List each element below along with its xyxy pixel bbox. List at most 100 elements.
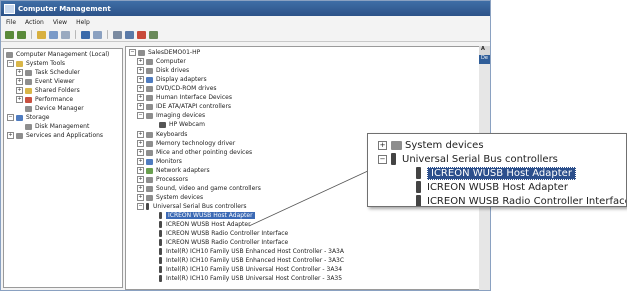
category-label: Universal Serial Bus controllers — [153, 203, 247, 210]
zoom-row-usb-controllers: − Universal Serial Bus controllers — [378, 152, 558, 166]
category-label: Disk drives — [156, 67, 190, 74]
usb-device-item[interactable]: Intel(R) ICH10 Family USB Universal Host… — [159, 274, 342, 283]
device-category[interactable]: + Human Interface Devices — [137, 93, 232, 102]
update-driver-icon[interactable] — [125, 30, 134, 39]
actions-header: A — [479, 46, 490, 55]
usb-device-item[interactable]: ICREON WUSB Host Adapter — [159, 211, 255, 220]
tree-item-storage[interactable]: − Storage — [7, 113, 49, 122]
expand-icon[interactable]: + — [16, 96, 23, 103]
menu-view[interactable]: View — [53, 19, 67, 26]
performance-icon — [25, 96, 32, 103]
expand-icon[interactable]: + — [16, 69, 23, 76]
device-label: ICREON WUSB Host Adapter — [166, 221, 251, 228]
category-label: Human Interface Devices — [156, 94, 232, 101]
device-category[interactable]: + Mice and other pointing devices — [137, 148, 252, 157]
show-hide-tree-icon[interactable] — [49, 30, 58, 39]
expand-icon[interactable]: + — [137, 194, 144, 201]
expand-icon[interactable]: + — [137, 76, 144, 83]
device-category[interactable]: + Processors — [137, 175, 188, 184]
device-category[interactable]: + Keyboards — [137, 130, 187, 139]
scan-hardware-icon[interactable] — [113, 30, 122, 39]
usb-device-item[interactable]: Intel(R) ICH10 Family USB Enhanced Host … — [159, 247, 344, 256]
device-category[interactable]: − Imaging devices — [137, 111, 205, 120]
tree-item-device-manager[interactable]: Device Manager — [25, 104, 84, 113]
back-icon[interactable] — [5, 30, 14, 39]
imaging-device-icon — [146, 112, 153, 119]
usb-device-item[interactable]: ICREON WUSB Radio Controller Interface — [159, 238, 288, 247]
expand-icon[interactable]: + — [16, 78, 23, 85]
device-category[interactable]: + IDE ATA/ATAPI controllers — [137, 102, 231, 111]
collapse-icon[interactable]: − — [7, 114, 14, 121]
expand-icon[interactable]: + — [7, 132, 14, 139]
device-category[interactable]: + Computer — [137, 57, 186, 66]
expand-icon[interactable]: + — [16, 87, 23, 94]
expand-icon[interactable]: + — [137, 158, 144, 165]
toolbar-separator — [107, 30, 108, 39]
usb-device-item[interactable]: Intel(R) ICH10 Family USB Enhanced Host … — [159, 256, 344, 265]
expand-icon[interactable]: + — [137, 58, 144, 65]
enable-device-icon[interactable] — [149, 30, 158, 39]
processor-icon — [146, 176, 153, 183]
device-category[interactable]: + Memory technology driver — [137, 139, 235, 148]
collapse-icon[interactable]: − — [7, 60, 14, 67]
device-category[interactable]: + Network adapters — [137, 166, 210, 175]
expand-icon[interactable]: + — [137, 140, 144, 147]
menu-file[interactable]: File — [6, 19, 16, 26]
usb-device-item[interactable]: Intel(R) ICH10 Family USB Universal Host… — [159, 265, 342, 274]
device-category[interactable]: + Display adapters — [137, 75, 207, 84]
keyboard-icon — [146, 131, 153, 138]
tree-item-services-applications[interactable]: + Services and Applications — [7, 131, 103, 140]
zoom-label: Universal Serial Bus controllers — [402, 153, 558, 165]
category-label: System devices — [156, 194, 204, 201]
tree-item-performance[interactable]: + Performance — [16, 95, 73, 104]
collapse-icon[interactable]: − — [129, 49, 136, 56]
memory-icon — [146, 140, 153, 147]
usb-device-item[interactable]: ICREON WUSB Radio Controller Interface — [159, 229, 288, 238]
tree-item-task-scheduler[interactable]: + Task Scheduler — [16, 68, 80, 77]
expand-icon[interactable]: + — [137, 149, 144, 156]
expand-icon[interactable]: + — [137, 131, 144, 138]
device-category[interactable]: + System devices — [137, 193, 203, 202]
actions-selected-item[interactable]: De — [479, 55, 490, 64]
tree-label: System Tools — [26, 60, 66, 67]
device-root[interactable]: − SalesDEMO01-HP — [129, 48, 200, 57]
uninstall-icon[interactable] — [137, 30, 146, 39]
forward-icon[interactable] — [17, 30, 26, 39]
tree-item-event-viewer[interactable]: + Event Viewer — [16, 77, 75, 86]
view-icon[interactable] — [93, 30, 102, 39]
up-folder-icon[interactable] — [37, 30, 46, 39]
tree-label: Services and Applications — [26, 132, 104, 139]
expand-icon[interactable]: + — [137, 67, 144, 74]
expand-icon[interactable]: + — [137, 176, 144, 183]
device-label: ICREON WUSB Radio Controller Interface — [166, 239, 289, 246]
expand-icon[interactable]: + — [137, 94, 144, 101]
expand-icon[interactable]: + — [137, 85, 144, 92]
usb-icon — [416, 167, 421, 179]
device-category[interactable]: + DVD/CD-ROM drives — [137, 84, 217, 93]
tree-item-disk-management[interactable]: Disk Management — [25, 122, 89, 131]
device-category[interactable]: + Disk drives — [137, 66, 189, 75]
usb-device-item[interactable]: ICREON WUSB Host Adapter — [159, 220, 251, 229]
tree-item-system-tools[interactable]: − System Tools — [7, 59, 65, 68]
expand-icon[interactable]: + — [137, 185, 144, 192]
tree-label: Storage — [26, 114, 50, 121]
clock-icon — [25, 69, 32, 76]
properties-icon[interactable] — [61, 30, 70, 39]
category-label: DVD/CD-ROM drives — [156, 85, 217, 92]
expand-icon[interactable]: + — [137, 103, 144, 110]
collapse-icon[interactable]: − — [137, 112, 144, 119]
tree-item-shared-folders[interactable]: + Shared Folders — [16, 86, 80, 95]
category-label: Memory technology driver — [156, 140, 236, 147]
device-category[interactable]: + Monitors — [137, 157, 182, 166]
device-item[interactable]: HP Webcam — [159, 120, 205, 129]
expand-icon[interactable]: + — [137, 167, 144, 174]
usb-icon — [159, 257, 162, 264]
device-category[interactable]: + Sound, video and game controllers — [137, 184, 261, 193]
help-icon[interactable] — [81, 30, 90, 39]
tree-item-computer-management[interactable]: Computer Management (Local) — [6, 50, 109, 59]
collapse-icon[interactable]: − — [137, 203, 144, 210]
device-category-usb[interactable]: − Universal Serial Bus controllers — [137, 202, 247, 211]
menu-action[interactable]: Action — [25, 19, 44, 26]
menu-help[interactable]: Help — [76, 19, 90, 26]
zoom-label: ICREON WUSB Host Adapter — [427, 181, 568, 193]
